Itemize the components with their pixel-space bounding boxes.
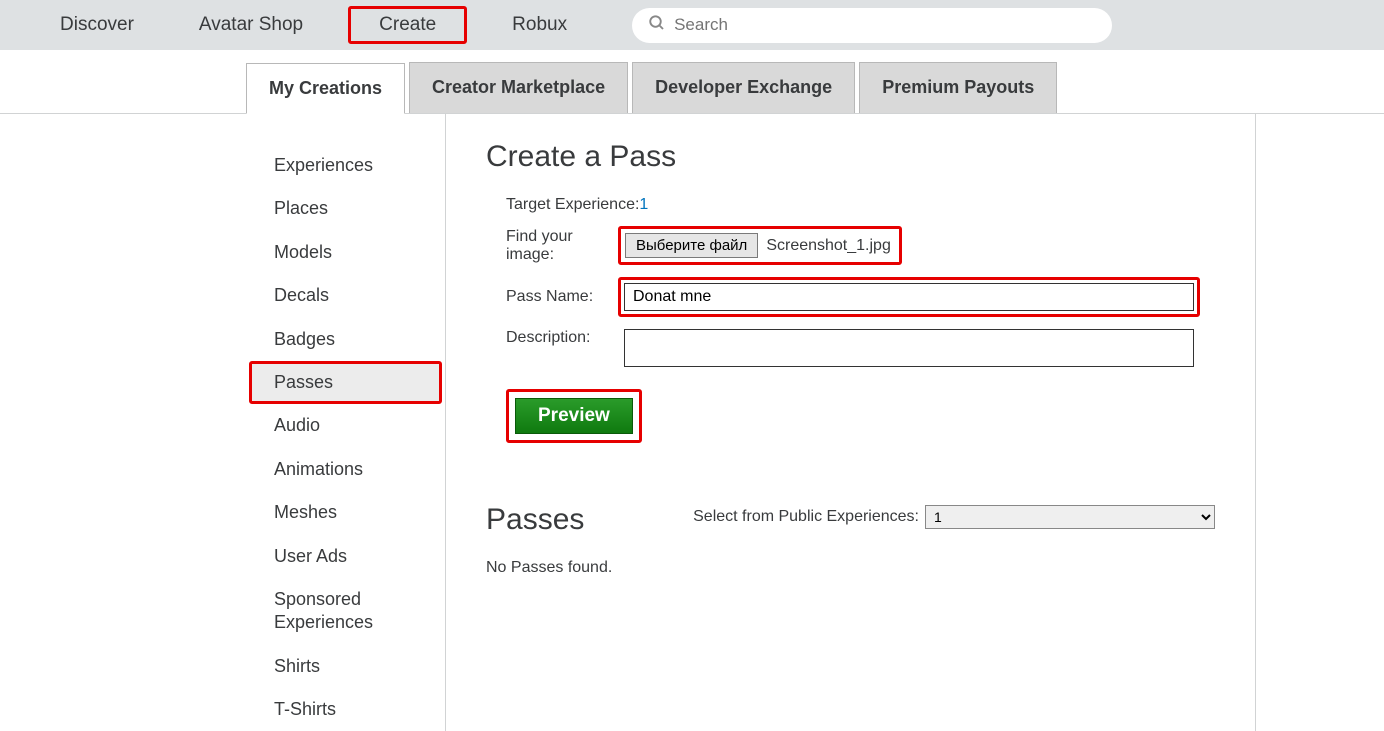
sidebar-item-places[interactable]: Places <box>246 187 445 230</box>
choose-file-button[interactable]: Выберите файл <box>625 233 758 258</box>
page-title: Create a Pass <box>486 140 1215 174</box>
tab-creator-marketplace[interactable]: Creator Marketplace <box>409 62 628 113</box>
sidebar-item-shirts[interactable]: Shirts <box>246 645 445 688</box>
target-experience-label: Target Experience: <box>486 196 639 214</box>
tabs-row: My Creations Creator Marketplace Develop… <box>0 62 1384 114</box>
content-wrap: Experiences Places Models Decals Badges … <box>0 114 1384 731</box>
sidebar-item-passes[interactable]: Passes <box>249 361 442 404</box>
sidebar-item-user-ads[interactable]: User Ads <box>246 535 445 578</box>
sidebar-item-decals[interactable]: Decals <box>246 274 445 317</box>
sidebar-item-models[interactable]: Models <box>246 231 445 274</box>
description-row: Description: <box>486 329 1215 367</box>
sidebar-item-animations[interactable]: Animations <box>246 448 445 491</box>
file-input-wrap: Выберите файл Screenshot_1.jpg <box>618 226 902 265</box>
tab-my-creations[interactable]: My Creations <box>246 63 405 114</box>
search-wrap <box>632 8 1112 43</box>
nav-avatar-shop[interactable]: Avatar Shop <box>179 6 323 44</box>
nav-create[interactable]: Create <box>348 6 467 44</box>
description-label: Description: <box>486 329 624 347</box>
tab-developer-exchange[interactable]: Developer Exchange <box>632 62 855 113</box>
search-icon <box>648 14 666 37</box>
find-image-label: Find your image: <box>486 228 618 264</box>
pass-name-label: Pass Name: <box>486 288 618 306</box>
sidebar-item-experiences[interactable]: Experiences <box>246 144 445 187</box>
top-nav: Discover Avatar Shop Create Robux <box>0 0 1384 50</box>
pass-name-input-wrap <box>618 277 1200 317</box>
pass-name-input[interactable] <box>624 283 1194 311</box>
sidebar-item-meshes[interactable]: Meshes <box>246 491 445 534</box>
preview-button[interactable]: Preview <box>515 398 633 434</box>
select-experience-row: Select from Public Experiences: 1 <box>486 505 1215 529</box>
nav-discover[interactable]: Discover <box>40 6 154 44</box>
target-experience-row: Target Experience: 1 <box>486 196 1215 214</box>
search-input[interactable] <box>674 15 1096 35</box>
sidebar-item-audio[interactable]: Audio <box>246 404 445 447</box>
find-image-row: Find your image: Выберите файл Screensho… <box>486 226 1215 265</box>
pass-name-row: Pass Name: <box>486 277 1215 317</box>
no-passes-text: No Passes found. <box>486 559 1215 577</box>
main-content: Create a Pass Target Experience: 1 Find … <box>446 114 1256 731</box>
sidebar-item-sponsored-experiences[interactable]: Sponsored Experiences <box>246 578 445 645</box>
sidebar-item-badges[interactable]: Badges <box>246 318 445 361</box>
target-experience-link[interactable]: 1 <box>639 196 648 214</box>
tab-premium-payouts[interactable]: Premium Payouts <box>859 62 1057 113</box>
sidebar: Experiences Places Models Decals Badges … <box>246 114 446 731</box>
select-experience-label: Select from Public Experiences: <box>693 508 919 526</box>
select-experience-dropdown[interactable]: 1 <box>925 505 1215 529</box>
preview-button-wrap: Preview <box>506 389 642 443</box>
nav-robux[interactable]: Robux <box>492 6 587 44</box>
description-input[interactable] <box>624 329 1194 367</box>
file-name-text: Screenshot_1.jpg <box>766 237 891 255</box>
